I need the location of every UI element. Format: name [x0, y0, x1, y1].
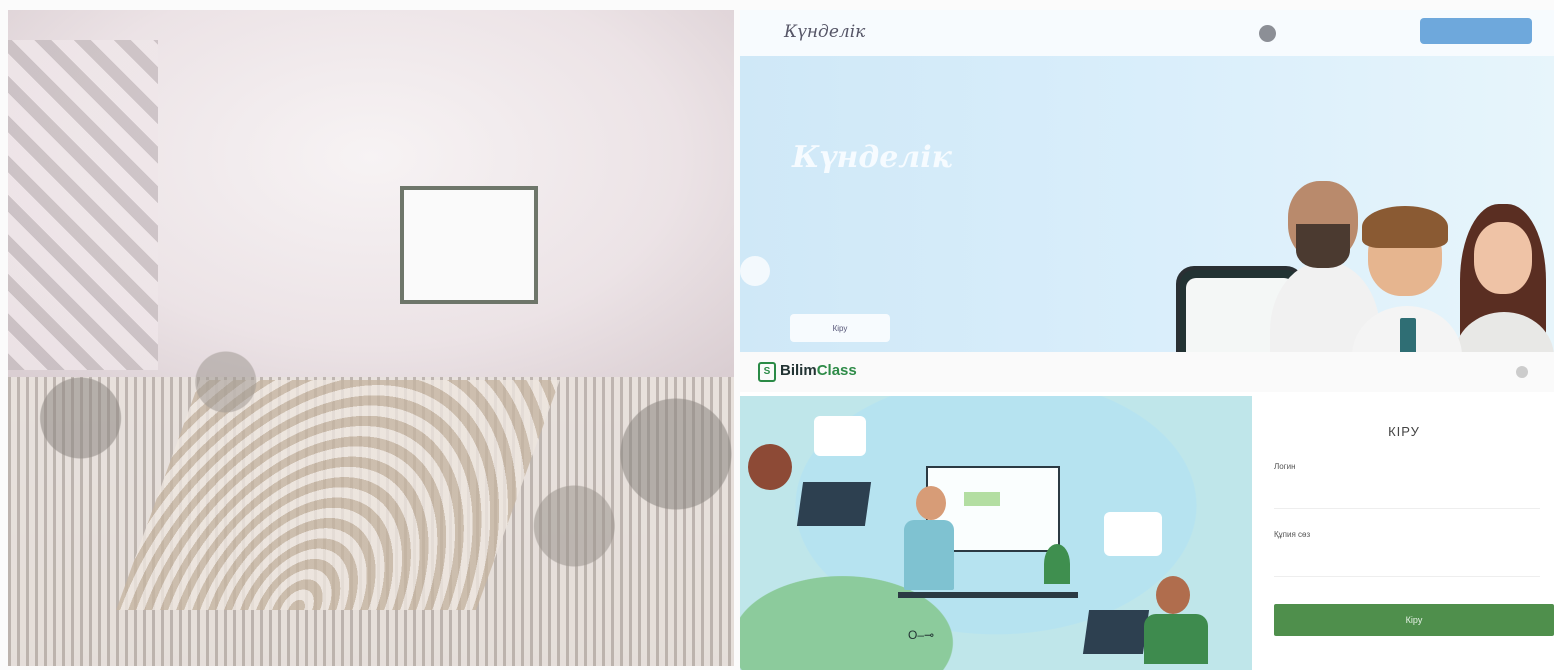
boy-character-hair	[1362, 206, 1448, 248]
boy-character-tie	[1400, 318, 1416, 352]
globe-icon[interactable]	[1259, 25, 1276, 42]
password-input[interactable]	[1274, 548, 1540, 577]
laptop-left	[796, 482, 872, 526]
bilimclass-screenshot: S BilimClass O‒⊸ КІРУ Логин Құпия сөз Кі…	[740, 352, 1554, 670]
kundelik-hero: Күнделік Кіру	[740, 56, 1554, 352]
logo-prefix: Bilim	[780, 362, 817, 379]
kundelik-login-button[interactable]	[1420, 18, 1532, 44]
laptop-right	[1082, 610, 1150, 654]
login-title: КІРУ	[1388, 424, 1420, 439]
photo-screen	[400, 186, 538, 304]
student-left-figure	[748, 444, 792, 490]
kundelik-logo[interactable]: Күнделік	[784, 22, 865, 42]
classroom-illustration: O‒⊸	[740, 396, 1252, 670]
login-input[interactable]	[1274, 480, 1540, 509]
logo-suffix: Class	[816, 362, 857, 379]
bilimclass-logo[interactable]: BilimClass	[780, 362, 857, 379]
shelf	[898, 592, 1078, 598]
chat-bubble	[1104, 512, 1162, 556]
key-icon: O‒⊸	[908, 628, 935, 642]
kundelik-screenshot: Күнделік Күнделік Кіру	[740, 10, 1554, 352]
bilimclass-logo-icon: S	[758, 362, 776, 382]
hero-title: Күнделік	[792, 140, 952, 175]
kundelik-navbar: Күнделік	[740, 10, 1554, 56]
login-submit-button[interactable]: Кіру	[1274, 604, 1554, 636]
login-label: Логин	[1274, 462, 1296, 471]
password-label: Құпия сөз	[1274, 530, 1311, 539]
chat-bubble	[814, 416, 866, 456]
student-right-head	[1156, 576, 1190, 614]
teacher-character-beard	[1296, 224, 1350, 268]
header-settings-icon[interactable]	[1516, 366, 1528, 378]
plant	[1044, 544, 1070, 584]
hero-circle-decoration	[740, 256, 770, 286]
girl-character-head	[1474, 222, 1532, 294]
login-panel: КІРУ Логин Құпия сөз Кіру	[1254, 406, 1554, 670]
photo-people	[8, 310, 734, 666]
student-right-body	[1144, 614, 1208, 664]
teacher-figure-body	[904, 520, 954, 590]
bilimclass-header: S BilimClass	[740, 352, 1554, 392]
classroom-photo	[8, 10, 734, 666]
teacher-figure-head	[916, 486, 946, 520]
whiteboard-note	[964, 492, 1000, 506]
hero-login-button[interactable]: Кіру	[790, 314, 890, 342]
